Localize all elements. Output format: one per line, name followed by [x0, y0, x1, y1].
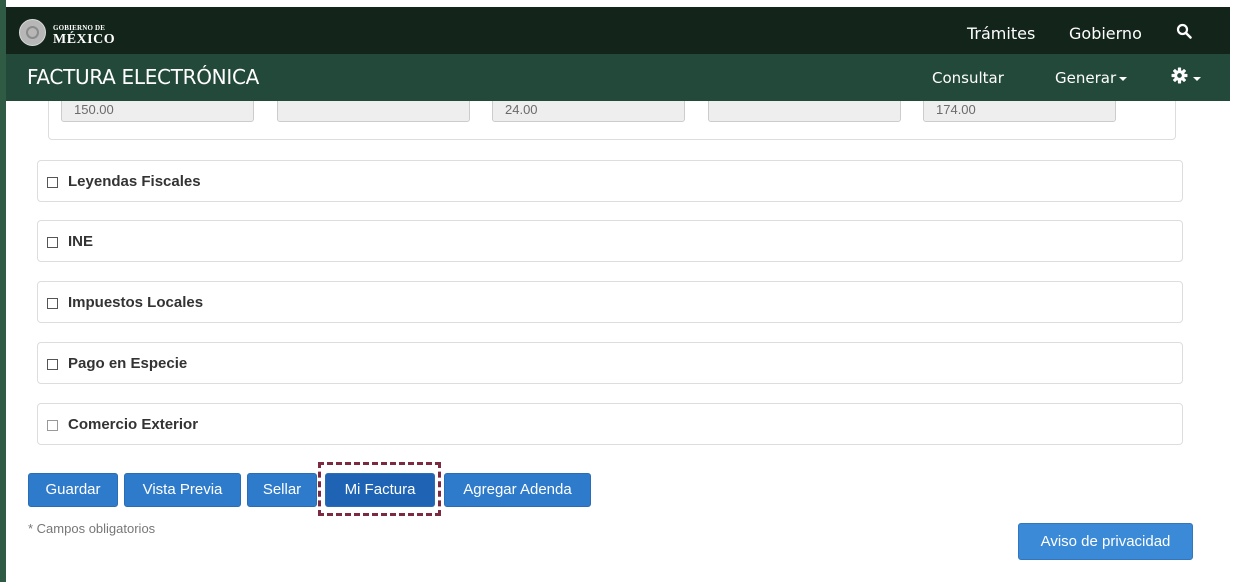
section-label: INE	[68, 233, 94, 250]
gear-icon[interactable]	[1171, 67, 1188, 84]
section-impuestos-locales[interactable]: Impuestos Locales	[37, 281, 1183, 323]
logo-small-text[interactable]: GOBIERNO DE	[53, 24, 105, 32]
logo-big-text[interactable]: MÉXICO	[53, 32, 115, 48]
nav-dropdown-generar[interactable]: Generar	[1055, 69, 1128, 87]
section-pago-en-especie[interactable]: Pago en Especie	[37, 342, 1183, 384]
checkbox[interactable]	[47, 359, 58, 370]
top-navbar: GOBIERNO DE MÉXICO Trámites Gobierno	[6, 7, 1230, 54]
highlight-box	[318, 462, 441, 516]
section-comercio-exterior[interactable]: Comercio Exterior	[37, 403, 1183, 445]
checkbox[interactable]	[47, 420, 58, 431]
agregar-adenda-button[interactable]: Agregar Adenda	[444, 473, 591, 507]
section-ine[interactable]: INE	[37, 220, 1183, 262]
app-title[interactable]: FACTURA ELECTRÓNICA	[27, 65, 259, 89]
government-seal-icon[interactable]	[19, 19, 46, 46]
section-label: Pago en Especie	[68, 355, 188, 372]
checkbox[interactable]	[47, 237, 58, 248]
vista-previa-button[interactable]: Vista Previa	[124, 473, 241, 507]
search-icon[interactable]	[1176, 23, 1192, 39]
chevron-down-icon	[1119, 76, 1128, 81]
checkbox[interactable]	[47, 177, 58, 188]
total-field-descuento[interactable]	[277, 101, 470, 122]
privacy-notice-button[interactable]: Aviso de privacidad	[1018, 523, 1193, 560]
guardar-button[interactable]: Guardar	[28, 473, 118, 507]
nav-link-tramites[interactable]: Trámites	[967, 24, 1035, 43]
total-field-impuestos[interactable]: 24.00	[492, 101, 685, 122]
section-label: Impuestos Locales	[68, 294, 204, 311]
section-label: Leyendas Fiscales	[68, 173, 201, 190]
section-label: Comercio Exterior	[68, 416, 199, 433]
totals-panel: 150.00 24.00 174.00	[48, 101, 1176, 140]
total-field-subtotal[interactable]: 150.00	[61, 101, 254, 122]
generar-label: Generar	[1055, 69, 1117, 87]
total-field-total[interactable]: 174.00	[923, 101, 1116, 122]
total-field-retenciones[interactable]	[708, 101, 901, 122]
required-fields-note: * Campos obligatorios	[28, 521, 156, 536]
checkbox[interactable]	[47, 298, 58, 309]
totals-scroll-area: 150.00 24.00 174.00	[6, 101, 1230, 146]
nav-link-consultar[interactable]: Consultar	[932, 69, 1004, 87]
nav-link-gobierno[interactable]: Gobierno	[1069, 24, 1142, 43]
section-leyendas-fiscales[interactable]: Leyendas Fiscales	[37, 160, 1183, 202]
sellar-button[interactable]: Sellar	[247, 473, 317, 507]
chevron-down-icon[interactable]	[1193, 77, 1201, 81]
app-navbar: FACTURA ELECTRÓNICA Consultar Generar	[6, 54, 1230, 101]
